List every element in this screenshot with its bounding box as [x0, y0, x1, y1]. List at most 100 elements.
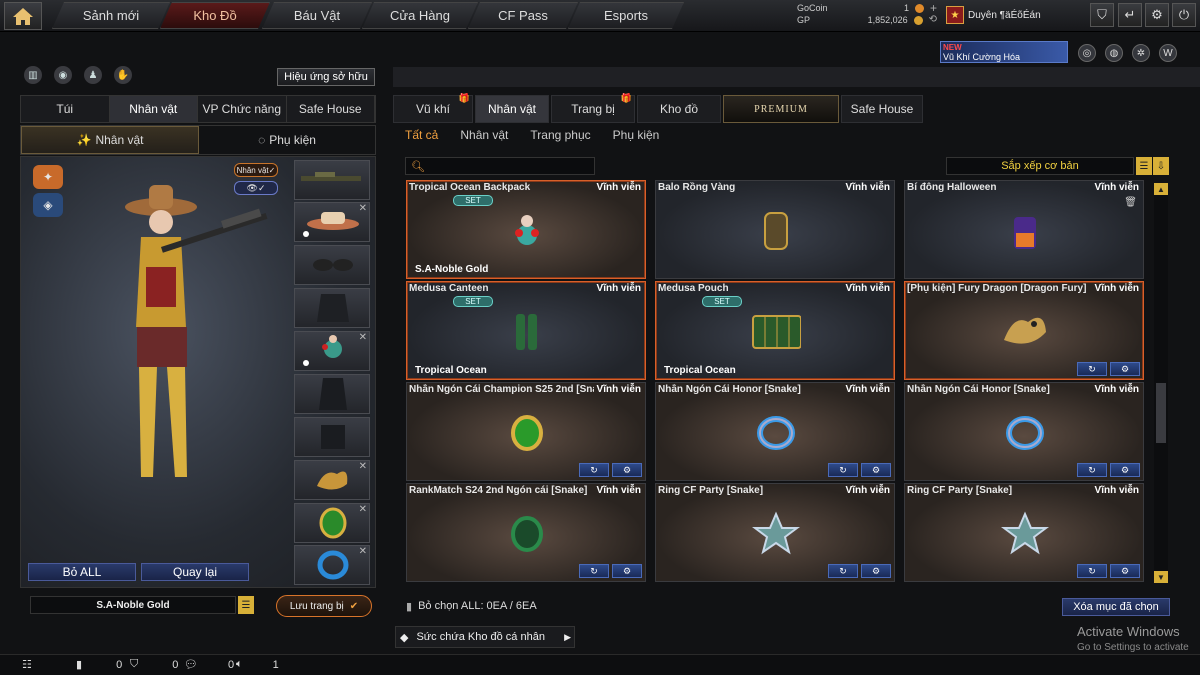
- sort-order-icon[interactable]: ⇩: [1153, 157, 1169, 175]
- swap-button[interactable]: ↻: [1077, 463, 1107, 477]
- trash-icon[interactable]: 🗑︎: [1124, 197, 1137, 208]
- nav-tab-inventory[interactable]: Kho Đồ: [160, 2, 270, 29]
- item-card[interactable]: [Phụ kiện] Fury Dragon [Dragon Fury] Vĩnh…: [904, 281, 1144, 380]
- rotate-view-icon[interactable]: ◉: [54, 66, 72, 84]
- swap-button[interactable]: ↻: [828, 564, 858, 578]
- item-settings-button[interactable]: ⚙: [1110, 564, 1140, 578]
- item-card[interactable]: RankMatch S24 2nd Ngón cái [Snake] Vĩnh v…: [406, 483, 646, 582]
- alt-faction-icon[interactable]: ◈: [33, 193, 63, 217]
- profile[interactable]: ★ Duyên ¶äÉõÉán: [946, 4, 1084, 26]
- list-view-icon[interactable]: ☰: [1136, 157, 1152, 175]
- right-tab-storage[interactable]: Kho đồ: [637, 95, 721, 123]
- remove-icon[interactable]: ✕: [359, 504, 367, 515]
- item-settings-button[interactable]: ⚙: [612, 564, 642, 578]
- left-tab-safehouse[interactable]: Safe House: [287, 96, 375, 122]
- effect-button[interactable]: Hiệu ứng sở hữu: [277, 68, 375, 86]
- equipment-slot[interactable]: ✕: [294, 202, 370, 242]
- equipment-slot[interactable]: [294, 374, 370, 414]
- globe-icon[interactable]: ◍: [1105, 44, 1123, 62]
- promo-banner[interactable]: NEW Vũ Khí Cường Hóa: [940, 41, 1068, 63]
- grid-scrollbar[interactable]: ▲ ▼: [1154, 183, 1168, 583]
- item-card[interactable]: Nhẫn Ngón Cái Champion S25 2nd [Snake] Vĩ…: [406, 382, 646, 481]
- home-button[interactable]: [4, 2, 42, 30]
- equipment-slot[interactable]: ✕: [294, 460, 370, 500]
- back-button[interactable]: Quay lại: [141, 563, 249, 581]
- emote-icon[interactable]: ✋: [114, 66, 132, 84]
- item-card[interactable]: Nhẫn Ngón Cái Honor [Snake] Vĩnh viễn ↻ ⚙: [904, 382, 1144, 481]
- item-card[interactable]: Ring CF Party [Snake] Vĩnh viễn ↻ ⚙: [655, 483, 895, 582]
- right-tab-weapon[interactable]: Vũ khí 🎁: [393, 93, 473, 123]
- item-card[interactable]: Ring CF Party [Snake] Vĩnh viễn ↻ ⚙: [904, 483, 1144, 582]
- subtab-character[interactable]: ✨ Nhân vật: [21, 126, 199, 154]
- scroll-down-icon[interactable]: ▼: [1154, 571, 1168, 583]
- set-menu-icon[interactable]: ☰: [238, 596, 254, 614]
- character-toggle-badge[interactable]: Nhân vật✓: [234, 163, 278, 177]
- add-gocoin-button[interactable]: +: [930, 2, 937, 14]
- refresh-icon[interactable]: ⟲: [929, 14, 937, 26]
- storage-capacity-button[interactable]: ◆ Sức chứa Kho đồ cá nhân ▶: [395, 626, 575, 648]
- filter-accessory[interactable]: Phụ kiện: [613, 128, 660, 146]
- compass-icon[interactable]: ✲: [1132, 44, 1150, 62]
- swap-button[interactable]: ↻: [828, 463, 858, 477]
- right-tab-premium[interactable]: PREMIUM: [723, 95, 839, 123]
- power-icon[interactable]: ⏻: [1172, 3, 1196, 27]
- equipment-slot[interactable]: [294, 245, 370, 285]
- sort-dropdown[interactable]: Sắp xếp cơ bản: [946, 157, 1134, 175]
- shield-icon[interactable]: ⛉: [1090, 3, 1114, 27]
- item-settings-button[interactable]: ⚙: [612, 463, 642, 477]
- item-settings-button[interactable]: ⚙: [861, 564, 891, 578]
- scroll-thumb[interactable]: [1156, 383, 1166, 443]
- item-card[interactable]: Tropical Ocean Backpack Vĩnh viễn SET S.A-N…: [406, 180, 646, 279]
- delete-selected-button[interactable]: Xóa mục đã chọn: [1062, 598, 1170, 616]
- remove-icon[interactable]: ✕: [359, 461, 367, 472]
- filter-outfit[interactable]: Trang phục: [530, 128, 590, 146]
- left-tab-character[interactable]: Nhân vật: [109, 96, 198, 122]
- item-card[interactable]: Nhẫn Ngón Cái Honor [Snake] Vĩnh viễn ↻ ⚙: [655, 382, 895, 481]
- item-settings-button[interactable]: ⚙: [861, 463, 891, 477]
- deselect-all-row[interactable]: ▮ Bỏ chọn ALL: 0EA / 6EA: [406, 598, 606, 614]
- set-name-field[interactable]: S.A-Noble Gold: [30, 596, 236, 614]
- left-tab-bag[interactable]: Túi: [21, 96, 110, 122]
- exit-room-icon[interactable]: ↵: [1118, 3, 1142, 27]
- faction-icon[interactable]: ✦: [33, 165, 63, 189]
- equipment-slot[interactable]: ✕: [294, 331, 370, 371]
- nav-tab-lobby[interactable]: Sảnh mới: [52, 2, 170, 29]
- save-equipment-button[interactable]: Lưu trang bị ✔: [276, 595, 372, 617]
- swap-button[interactable]: ↻: [579, 463, 609, 477]
- right-tab-character[interactable]: Nhân vật: [475, 95, 549, 123]
- scroll-up-icon[interactable]: ▲: [1154, 183, 1168, 195]
- swap-button[interactable]: ↻: [1077, 564, 1107, 578]
- item-card[interactable]: Medusa Canteen Vĩnh viễn SET Tropical Ocean: [406, 281, 646, 380]
- remove-icon[interactable]: ✕: [359, 203, 367, 214]
- swap-button[interactable]: ↻: [1077, 362, 1107, 376]
- search-input[interactable]: 🔍︎: [405, 157, 595, 175]
- item-settings-button[interactable]: ⚙: [1110, 463, 1140, 477]
- right-tab-safehouse[interactable]: Safe House: [841, 95, 923, 123]
- item-card[interactable]: Bí đông Halloween Vĩnh viễn 🗑︎: [904, 180, 1144, 279]
- friends-count[interactable]: ▮ 0: [76, 658, 122, 672]
- chat-count[interactable]: 💬︎ 0: [184, 658, 234, 672]
- remove-icon[interactable]: ✕: [359, 332, 367, 343]
- menu-list-icon[interactable]: ☷: [22, 658, 32, 671]
- right-tab-equipment[interactable]: Trang bị 🎁: [551, 93, 635, 123]
- filter-character[interactable]: Nhân vật: [460, 128, 508, 146]
- settings-gear-icon[interactable]: ⚙: [1145, 3, 1169, 27]
- equipment-slot[interactable]: ✕: [294, 503, 370, 543]
- nav-tab-shop[interactable]: Cửa Hàng: [362, 2, 478, 29]
- item-card[interactable]: Medusa Pouch Vĩnh viễn SET Tropical Ocean: [655, 281, 895, 380]
- equipment-slot[interactable]: [294, 288, 370, 328]
- item-settings-button[interactable]: ⚙: [1110, 362, 1140, 376]
- nav-tab-treasure[interactable]: Báu Vật: [262, 2, 372, 29]
- subtab-accessory[interactable]: ◌ Phụ kiện: [199, 126, 375, 154]
- swap-button[interactable]: ↻: [579, 564, 609, 578]
- item-card[interactable]: Balo Rồng Vàng Vĩnh viễn: [655, 180, 895, 279]
- left-tab-function[interactable]: VP Chức năng: [198, 96, 287, 122]
- equipment-slot[interactable]: [294, 160, 370, 200]
- voice-count[interactable]: 🔈︎ 1: [236, 658, 279, 671]
- stats-icon[interactable]: ▥: [24, 66, 42, 84]
- target-icon[interactable]: ◎: [1078, 44, 1096, 62]
- pose-icon[interactable]: ♟: [84, 66, 102, 84]
- remove-icon[interactable]: ✕: [359, 546, 367, 557]
- wing-icon[interactable]: W: [1159, 44, 1177, 62]
- reset-all-button[interactable]: Bỏ ALL: [28, 563, 136, 581]
